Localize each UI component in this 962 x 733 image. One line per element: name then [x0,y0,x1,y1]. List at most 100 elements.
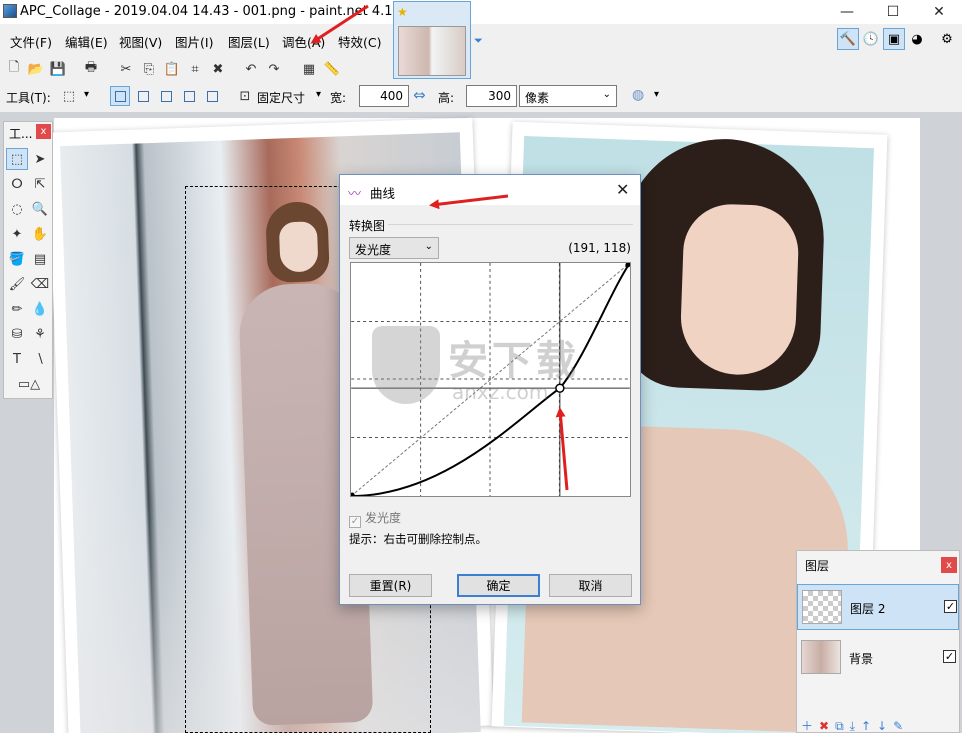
chevron-down-icon[interactable]: ▾ [316,89,321,100]
selection-mode-intersect-icon[interactable] [179,86,199,106]
pan-tool-icon[interactable]: ✋ [29,223,51,245]
curve-start-point[interactable] [350,492,355,497]
chevron-down-icon[interactable]: ▾ [654,89,659,100]
tool-label: 工具(T): [6,91,51,105]
undo-icon[interactable]: ↶ [242,60,260,78]
layer-visibility-checkbox[interactable]: ✓ [944,600,957,613]
layers-panel-close-button[interactable]: x [941,557,957,573]
tools-window-toggle-icon[interactable]: 🔨 [837,28,859,50]
curve-mode-select[interactable]: 发光度 ⌄ [349,237,439,259]
luminosity-checkbox[interactable]: ✓ 发光度 [349,509,401,528]
layer-visibility-checkbox[interactable]: ✓ [943,650,956,663]
add-layer-icon[interactable]: ＋ [801,719,819,733]
colors-window-toggle-icon[interactable]: ◕ [906,28,928,50]
open-file-icon[interactable]: 📂 [27,60,45,78]
shapes-tool-icon[interactable]: ▭△ [10,373,48,395]
curve-mode-value: 发光度 [355,243,392,257]
move-selected-tool-icon[interactable]: ⇱ [29,173,51,195]
image-tab-thumbnail[interactable]: ★ [393,1,471,79]
selection-mode-invert-icon[interactable] [202,86,222,106]
pencil-tool-icon[interactable]: ✏ [6,298,28,320]
menu-layers[interactable]: 图层(L) [228,32,270,51]
layers-toolbar: ＋✖⧉⤓↑↓✎ [801,717,957,733]
tools-panel-title: 工... [9,127,33,141]
selection-mode-exclude-icon[interactable] [156,86,176,106]
rectangle-select-icon[interactable]: ⬚ [60,87,78,105]
layer-thumbnail [802,590,842,624]
layer-item[interactable]: 图层 2 ✓ [797,584,959,630]
save-icon[interactable]: 💾 [49,60,67,78]
close-window-button[interactable]: ✕ [916,0,962,24]
title-bar: APC_Collage - 2019.04.04 14.43 - 001.png… [0,0,962,24]
zoom-tool-icon[interactable]: 🔍 [29,198,51,220]
selection-mode-union-icon[interactable] [133,86,153,106]
lasso-tool-icon[interactable]: ⵔ [6,173,28,195]
menu-file[interactable]: 文件(F) [10,32,52,51]
selection-mode-replace-icon[interactable] [110,86,130,106]
luminosity-checkbox-label: 发光度 [365,511,402,525]
unit-select[interactable]: 像素 ⌄ [519,85,617,107]
size-mode-label[interactable]: 固定尺寸 [257,89,305,106]
ok-button[interactable]: 确定 [457,574,540,597]
paintbrush-tool-icon[interactable]: 🖌 [6,273,28,295]
layer-item[interactable]: 背景 ✓ [797,635,959,681]
new-file-icon[interactable]: 🗋 [5,60,23,78]
eraser-tool-icon[interactable]: ⌫ [29,273,51,295]
color-picker-tool-icon[interactable]: 💧 [29,298,51,320]
move-layer-up-icon[interactable]: ↑ [861,719,877,733]
recolor-tool-icon[interactable]: ⚘ [29,323,51,345]
duplicate-layer-icon[interactable]: ⧉ [835,719,850,733]
layer-name: 图层 2 [850,602,886,616]
clone-stamp-tool-icon[interactable]: ⛁ [6,323,28,345]
minimize-button[interactable]: — [824,0,870,24]
line-curve-tool-icon[interactable]: ∖ [29,348,51,370]
move-layer-down-icon[interactable]: ↓ [877,719,893,733]
magic-wand-tool-icon[interactable]: ✦ [6,223,28,245]
delete-layer-icon[interactable]: ✖ [819,719,835,733]
menu-effects[interactable]: 特效(C) [338,32,381,51]
width-label: 宽: [330,91,347,105]
history-window-toggle-icon[interactable]: 🕓 [860,28,882,50]
shield-icon [372,326,440,404]
move-selection-tool-icon[interactable]: ➤ [29,148,51,170]
print-icon[interactable]: 🖶 [82,60,100,78]
chevron-down-icon[interactable]: ▾ [84,89,89,100]
settings-gear-icon[interactable]: ⚙ [936,28,958,50]
layers-window-toggle-icon[interactable]: ▣ [883,28,905,50]
paintnet-app-icon [3,4,17,18]
merge-layer-down-icon[interactable]: ⤓ [850,719,861,733]
paintnet-window: APC_Collage - 2019.04.04 14.43 - 001.png… [0,0,962,733]
curve-end-point[interactable] [625,263,630,268]
chevron-down-icon[interactable]: ⏷ [474,34,483,48]
paste-icon[interactable]: 📋 [163,60,181,78]
antialiasing-icon[interactable]: ◍ [632,87,644,103]
chevron-down-icon: ⌄ [424,241,433,252]
menu-view[interactable]: 视图(V) [119,32,162,51]
gradient-tool-icon[interactable]: ▤ [29,248,51,270]
menu-edit[interactable]: 编辑(E) [65,32,108,51]
curves-icon: 〰 [348,187,362,202]
cut-icon[interactable]: ✂ [117,60,135,78]
grid-icon[interactable]: ▦ [300,60,318,78]
paint-bucket-tool-icon[interactable]: 🪣 [6,248,28,270]
crop-icon[interactable]: ⌗ [186,60,204,78]
height-input[interactable]: 300 [466,85,517,107]
swap-dimensions-icon[interactable]: ⇔ [413,86,426,104]
ruler-icon[interactable]: 📏 [323,60,341,78]
layer-properties-icon[interactable]: ✎ [893,719,909,733]
width-input[interactable]: 400 [359,85,409,107]
maximize-button[interactable]: ☐ [870,0,916,24]
redo-icon[interactable]: ↷ [265,60,283,78]
curves-dialog-close-icon[interactable]: ✕ [616,180,629,199]
menu-image[interactable]: 图片(I) [175,32,213,51]
menu-adjustments[interactable]: 调色(A) [282,32,325,51]
rectangle-select-tool-icon[interactable]: ⬚ [6,148,28,170]
deselect-icon[interactable]: ✖ [209,60,227,78]
ellipse-select-tool-icon[interactable]: ◌ [6,198,28,220]
cancel-button[interactable]: 取消 [549,574,632,597]
reset-button[interactable]: 重置(R) [349,574,432,597]
image-thumbnail [398,26,466,76]
tools-panel-close-button[interactable]: x [36,124,51,139]
text-tool-icon[interactable]: T [6,348,28,370]
copy-icon[interactable]: ⎘ [140,60,158,78]
